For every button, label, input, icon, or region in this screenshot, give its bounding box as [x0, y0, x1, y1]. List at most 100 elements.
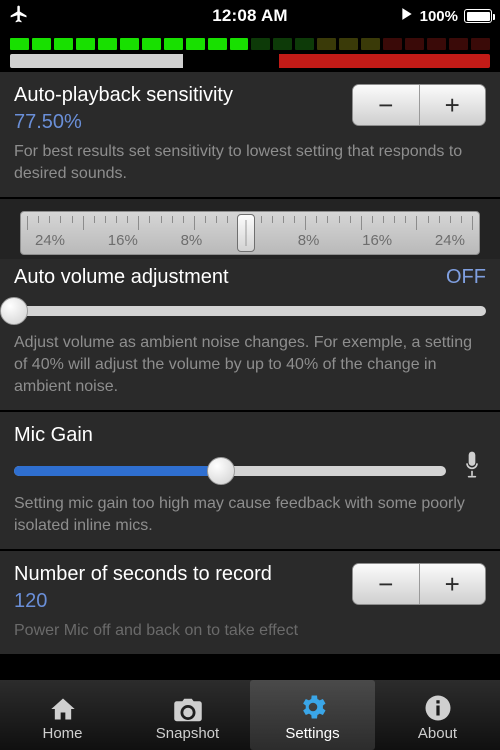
ruler-knob[interactable]: [237, 214, 256, 252]
vu-segment: [273, 38, 293, 50]
plus-icon: +: [444, 89, 460, 120]
record-seconds-stepper[interactable]: − +: [352, 563, 486, 605]
ruler-tick: [460, 216, 462, 223]
minus-icon: −: [378, 89, 394, 120]
tab-bar: Home Snapshot Settings About: [0, 679, 500, 750]
tab-label: Snapshot: [155, 724, 220, 742]
sensitivity-minus-button[interactable]: −: [353, 85, 420, 125]
mic-gain-thumb[interactable]: [207, 456, 236, 485]
battery-percent-label: 100%: [419, 7, 458, 25]
sensitivity-ruler-slider[interactable]: 24%16%8%+8%16%24%: [20, 211, 480, 255]
minus-icon: −: [378, 568, 394, 599]
mic-gain-row: [14, 448, 486, 487]
tab-settings[interactable]: Settings: [250, 680, 375, 750]
ruler-tick: [449, 216, 451, 223]
ruler-tick: [71, 216, 73, 223]
record-seconds-value: 120: [14, 590, 48, 612]
ruler-label: 8%: [180, 232, 203, 249]
vu-segment: [119, 38, 139, 50]
ruler-tick: [93, 216, 95, 223]
vu-segment: [383, 38, 403, 50]
vu-segment: [229, 38, 249, 50]
mic-gain-description: Setting mic gain too high may cause feed…: [14, 495, 465, 534]
camera-icon: [173, 689, 203, 723]
auto-volume-thumb[interactable]: [0, 297, 28, 325]
tab-label: Settings: [285, 724, 340, 742]
play-icon: [400, 7, 414, 25]
mic-gain-title: Mic Gain: [14, 424, 93, 446]
tab-label: About: [417, 724, 458, 742]
auto-volume-value: OFF: [446, 266, 486, 288]
record-seconds-minus-button[interactable]: −: [353, 564, 420, 604]
sensitivity-description: For best results set sensitivity to lowe…: [14, 143, 463, 182]
battery-icon: [464, 9, 495, 23]
auto-volume-title: Auto volume adjustment: [14, 265, 229, 288]
ruler-tick: [294, 216, 295, 223]
vu-segment: [405, 38, 425, 50]
sensitivity-value: 77.50%: [14, 111, 82, 133]
ruler-tick: [305, 216, 307, 230]
vu-segment: [427, 38, 447, 50]
ruler-tick: [282, 216, 284, 223]
status-bar: 12:08 AM 100%: [0, 0, 500, 32]
tab-home[interactable]: Home: [0, 680, 125, 750]
vu-segment: [295, 38, 315, 50]
ruler-tick: [360, 216, 362, 230]
sensitivity-text-block: Auto-playback sensitivity 77.50%: [14, 82, 233, 135]
ruler-label: 24%: [35, 232, 66, 249]
ruler-tick: [405, 216, 407, 223]
ruler-tick: [271, 216, 273, 223]
ruler-tick: [349, 216, 351, 223]
section-record-seconds: Number of seconds to record 120 − + Powe…: [0, 551, 500, 654]
ruler-tick: [338, 216, 340, 223]
sensitivity-stepper[interactable]: − +: [352, 84, 486, 126]
ruler-label: 16%: [362, 232, 393, 249]
section-sensitivity-ruler: 24%16%8%+8%16%24%: [0, 199, 500, 259]
ruler-label: 24%: [434, 232, 465, 249]
ruler-tick: [205, 216, 206, 223]
ruler-tick: [182, 216, 184, 223]
ruler-tick: [27, 216, 28, 230]
section-sensitivity: Auto-playback sensitivity 77.50% − + For…: [0, 72, 500, 197]
ruler-tick: [104, 216, 106, 223]
vu-segment: [251, 38, 271, 50]
vu-segment: [207, 38, 227, 50]
sensitivity-title: Auto-playback sensitivity: [14, 84, 233, 106]
plus-icon: +: [444, 568, 460, 599]
tab-about[interactable]: About: [375, 680, 500, 750]
gear-icon: [297, 689, 329, 723]
vu-segment: [449, 38, 469, 50]
ruler-tick: [60, 216, 62, 223]
audio-meter: [0, 32, 500, 72]
mic-gain-track[interactable]: [14, 456, 446, 485]
record-seconds-title: Number of seconds to record: [14, 563, 272, 585]
auto-volume-track[interactable]: [0, 297, 486, 325]
level-bar: [10, 54, 490, 68]
tab-snapshot[interactable]: Snapshot: [125, 680, 250, 750]
vu-segment: [185, 38, 205, 50]
ruler-tick: [394, 216, 396, 223]
mic-gain-fill: [14, 465, 222, 476]
vu-segment: [339, 38, 359, 50]
vu-segment: [31, 38, 51, 50]
record-seconds-plus-button[interactable]: +: [419, 564, 485, 604]
mic-gain-slider[interactable]: [14, 456, 446, 486]
ruler-tick: [327, 216, 329, 223]
ruler-tick: [216, 216, 218, 223]
ruler-tick: [49, 216, 51, 223]
auto-volume-slider[interactable]: [0, 296, 486, 326]
sensitivity-plus-button[interactable]: +: [419, 85, 485, 125]
ruler-tick: [416, 216, 418, 230]
vu-meter-segments: [10, 38, 490, 50]
section-auto-volume: Auto volume adjustment OFF Adjust volume…: [0, 259, 500, 410]
sensitivity-header-row: Auto-playback sensitivity 77.50% − +: [14, 82, 486, 135]
vu-segment: [317, 38, 337, 50]
ruler-tick: [260, 216, 262, 223]
status-bar-right: 100%: [400, 7, 495, 25]
ruler-tick: [138, 216, 140, 230]
record-seconds-header-row: Number of seconds to record 120 − +: [14, 561, 486, 614]
record-seconds-text-block: Number of seconds to record 120: [14, 561, 272, 614]
ruler-tick: [127, 216, 129, 223]
ruler-tick: [160, 216, 162, 223]
ruler-label: 16%: [107, 232, 138, 249]
